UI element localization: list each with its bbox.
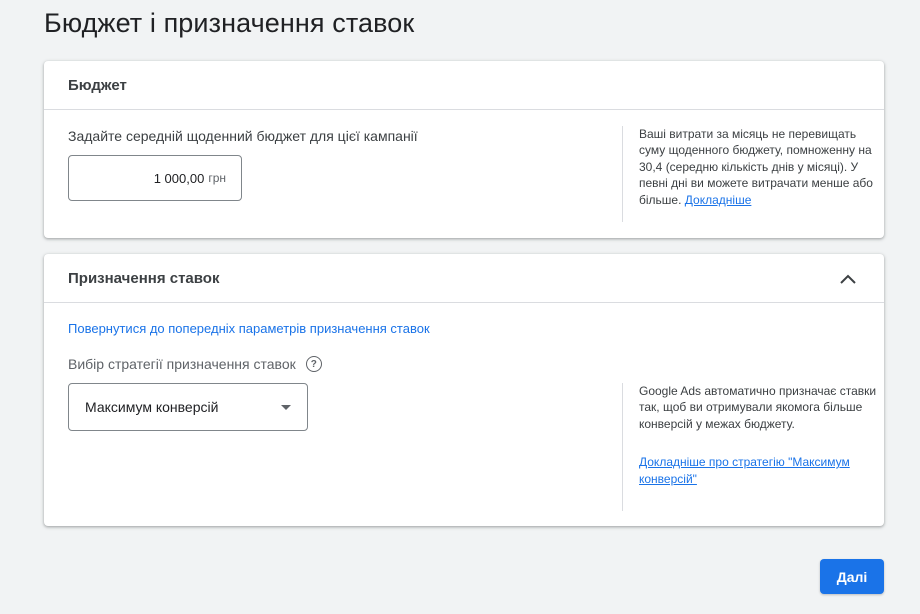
bid-strategy-dropdown[interactable]: Максимум конверсій (68, 383, 308, 431)
strategy-label: Вибір стратегії призначення ставок ? (68, 356, 322, 372)
bidding-note-text: Google Ads автоматично призначає ставки … (639, 384, 877, 431)
bidding-card: Призначення ставок Повернутися до попере… (44, 254, 884, 526)
bidding-card-title: Призначення ставок (68, 269, 220, 287)
budget-note-text: Ваші витрати за місяць не перевищать сум… (639, 127, 873, 207)
back-to-previous-bidding-link[interactable]: Повернутися до попередніх параметрів при… (68, 321, 430, 336)
bidding-side-note: Google Ads автоматично призначає ставки … (622, 383, 879, 511)
selected-strategy: Максимум конверсій (85, 399, 219, 415)
budget-learn-more-link[interactable]: Докладніше (685, 193, 752, 207)
help-circle-icon[interactable]: ? (305, 356, 322, 372)
budget-card-body: Задайте середній щоденний бюджет для ціє… (44, 110, 884, 238)
bidding-card-header: Призначення ставок (44, 254, 884, 303)
budget-card: Бюджет Задайте середній щоденний бюджет … (44, 61, 884, 238)
daily-budget-input[interactable]: 1 000,00 грн (68, 155, 242, 201)
strategy-label-text: Вибір стратегії призначення ставок (68, 356, 296, 372)
page-title: Бюджет і призначення ставок (44, 8, 415, 38)
budget-card-header: Бюджет (44, 61, 884, 110)
bidding-card-body: Повернутися до попередніх параметрів при… (44, 303, 884, 526)
chevron-up-icon[interactable] (836, 267, 860, 291)
budget-prompt: Задайте середній щоденний бюджет для ціє… (68, 128, 418, 144)
caret-down-icon (281, 405, 291, 410)
strategy-learn-more-link[interactable]: Докладніше про стратегію "Максимум конве… (639, 455, 850, 485)
currency-label: грн (208, 171, 226, 185)
budget-amount: 1 000,00 (153, 170, 205, 186)
budget-side-note: Ваші витрати за місяць не перевищать сум… (622, 126, 879, 222)
next-button[interactable]: Далі (820, 559, 884, 594)
